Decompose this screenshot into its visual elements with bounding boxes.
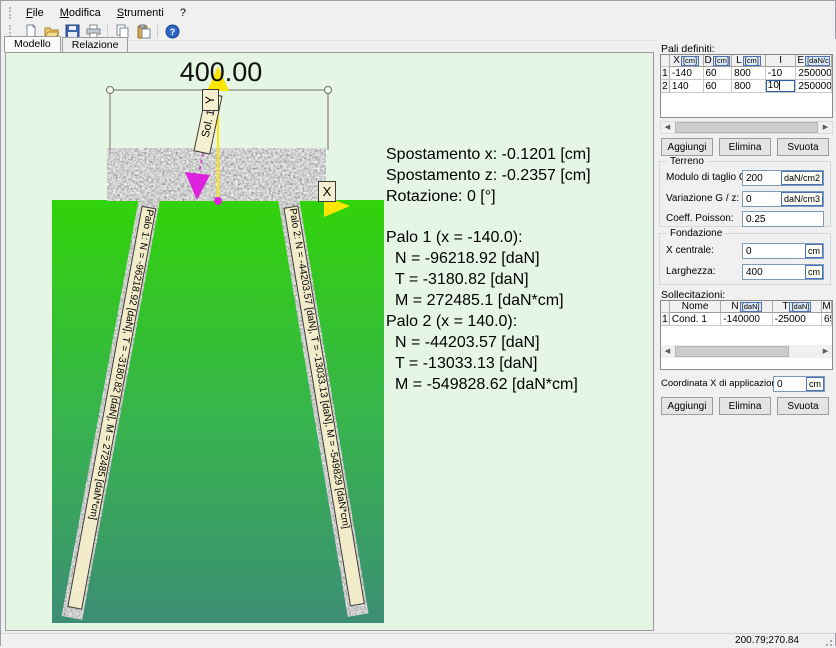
modulo-taglio-label: Modulo di taglio G: [666, 172, 749, 183]
soll-svuota-button[interactable]: Svuota [777, 397, 829, 415]
x-centrale-label: X centrale: [666, 245, 714, 256]
result-palo1-n: N = -96218.92 [daN] [386, 248, 591, 269]
svg-text:?: ? [169, 27, 175, 37]
pali-elimina-button[interactable]: Elimina [719, 138, 771, 156]
pali-col-l[interactable]: L[cm] [732, 55, 766, 67]
help-icon[interactable]: ? [163, 23, 181, 40]
toolbar-separator-2 [157, 24, 158, 38]
pali-col-e[interactable]: E[daN/c [796, 55, 832, 67]
result-palo2-title: Palo 2 (x = 140.0): [386, 311, 591, 332]
pali-col-d[interactable]: D[cm] [704, 55, 733, 67]
scroll-thumb[interactable] [675, 122, 818, 133]
soll-col-nome[interactable]: Nome [670, 301, 721, 313]
pali-aggiungi-button[interactable]: Aggiungi [661, 138, 713, 156]
result-palo1-t: T = -3180.82 [daN] [386, 269, 591, 290]
toolbar-separator [107, 24, 108, 38]
pali-col-x[interactable]: X[cm] [670, 55, 704, 67]
result-palo2-n: N = -44203.57 [daN] [386, 332, 591, 353]
soll-elimina-button[interactable]: Elimina [719, 397, 771, 415]
larghezza-unit: cm [805, 265, 823, 279]
soll-aggiungi-button[interactable]: Aggiungi [661, 397, 713, 415]
result-palo2-m: M = -549828.62 [daN*cm] [386, 374, 591, 395]
soll-col-m[interactable]: M [822, 301, 832, 313]
pali-editing-cell[interactable]: 10 [766, 80, 797, 93]
tab-modello[interactable]: Modello [4, 36, 61, 52]
resize-grip-icon[interactable] [822, 636, 832, 646]
y-axis-letter: Y [203, 96, 217, 104]
pali-grid-hscrollbar[interactable]: ◀ ▶ [660, 121, 833, 134]
result-palo1-title: Palo 1 (x = -140.0): [386, 227, 591, 248]
menu-file[interactable]: File [18, 4, 52, 22]
scroll-left-icon[interactable]: ◀ [661, 122, 674, 133]
result-spostamento-z: Spostamento z: -0.2357 [cm] [386, 165, 591, 186]
scroll-thumb[interactable] [675, 346, 789, 357]
poisson-label: Coeff. Poisson: [666, 213, 734, 224]
terreno-title: Terreno [667, 156, 707, 167]
coordinata-unit: cm [806, 377, 824, 391]
x-axis-tag: X [318, 181, 336, 202]
foundation-slab [107, 148, 326, 201]
x-centrale-unit: cm [805, 244, 823, 258]
dimension-handle-left [107, 87, 114, 94]
y-axis-tag: Y [202, 89, 219, 111]
pali-grid[interactable]: X[cm] D[cm] L[cm] I E[daN/c 1 -140 60 80… [660, 54, 833, 118]
pali-svuota-button[interactable]: Svuota [777, 138, 829, 156]
results-text: Spostamento x: -0.1201 [cm] Spostamento … [386, 144, 591, 395]
result-rotazione: Rotazione: 0 [°] [386, 186, 591, 207]
coordinata-label: Coordinata X di applicazione: [661, 378, 785, 389]
x-centrale-field[interactable]: cm [742, 243, 824, 259]
larghezza-field[interactable]: cm [742, 264, 824, 280]
pali-col-i[interactable]: I [766, 55, 797, 67]
model-canvas[interactable]: Palo 1: N = -96218.92 [daN], T = -3180.8… [5, 52, 654, 631]
scroll-right-icon[interactable]: ▶ [819, 346, 832, 357]
tab-relazione[interactable]: Relazione [62, 37, 129, 52]
poisson-field[interactable] [742, 211, 824, 227]
fondazione-group: Fondazione X centrale: cm Larghezza: cm [659, 233, 831, 285]
slab-texture [107, 148, 326, 201]
menu-strumenti[interactable]: Strumenti [109, 4, 172, 22]
right-panel: Pali definiti: X[cm] D[cm] L[cm] I E[daN… [657, 39, 836, 633]
soll-col-t[interactable]: T[daN] [773, 301, 822, 313]
result-spostamento-x: Spostamento x: -0.1201 [cm] [386, 144, 591, 165]
pali-row-1[interactable]: 1 -140 60 800 -10 250000 [661, 67, 832, 80]
soll-col-n[interactable]: N[daN] [721, 301, 772, 313]
dimension-value: 400.00 [126, 57, 316, 88]
menu-bar: File Modifica Strumenti ? [1, 3, 836, 23]
sollecitazioni-grid[interactable]: Nome N[daN] T[daN] M 1 Cond. 1 -140000 -… [660, 300, 833, 370]
scroll-right-icon[interactable]: ▶ [819, 122, 832, 133]
soll-row-1[interactable]: 1 Cond. 1 -140000 -25000 6500000 [661, 313, 832, 326]
app-window: File Modifica Strumenti ? ? Mod [0, 0, 836, 646]
pali-row-2[interactable]: 2 140 60 800 10 250000 [661, 80, 832, 93]
menu-grip [9, 7, 14, 19]
dimension-handle-right [325, 87, 332, 94]
paste-icon[interactable] [134, 23, 152, 40]
variazione-label: Variazione G / z: [666, 193, 739, 204]
soll-grid-hscrollbar[interactable]: ◀ ▶ [661, 345, 832, 358]
tab-strip: Modello Relazione [4, 37, 129, 52]
result-palo1-m: M = 272485.1 [daN*cm] [386, 290, 591, 311]
menu-help[interactable]: ? [172, 4, 194, 22]
modulo-taglio-field[interactable]: daN/cm2 [742, 170, 824, 186]
result-palo2-t: T = -13033.13 [daN] [386, 353, 591, 374]
variazione-field[interactable]: daN/cm3 [742, 191, 824, 207]
poisson-input[interactable] [743, 212, 823, 226]
coordinata-field[interactable]: cm [773, 376, 825, 392]
menu-modifica[interactable]: Modifica [52, 4, 109, 22]
fondazione-title: Fondazione [667, 228, 725, 239]
variazione-unit: daN/cm3 [781, 192, 823, 206]
scroll-left-icon[interactable]: ◀ [661, 346, 674, 357]
larghezza-label: Larghezza: [666, 266, 715, 277]
modulo-taglio-unit: daN/cm2 [781, 171, 823, 185]
terreno-group: Terreno Modulo di taglio G: daN/cm2 Vari… [659, 161, 831, 227]
cursor-coordinates: 200.79;270.84 [735, 635, 799, 646]
